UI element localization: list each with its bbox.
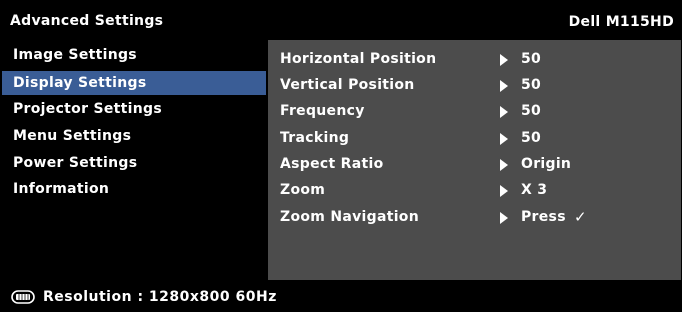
setting-value: X 3 — [521, 182, 548, 198]
play-arrow-icon — [500, 159, 508, 171]
play-arrow-icon — [500, 106, 508, 118]
page-title: Advanced Settings — [10, 13, 164, 29]
menu-item-display-settings[interactable]: Display Settings — [2, 71, 266, 95]
setting-row-zoom[interactable]: Zoom X 3 — [268, 177, 681, 203]
setting-value: Press — [521, 209, 566, 225]
model-name: Dell M115HD — [568, 14, 674, 30]
setting-row-zoom-navigation[interactable]: Zoom Navigation Press ✓ — [268, 204, 681, 230]
setting-row-frequency[interactable]: Frequency 50 — [268, 98, 681, 124]
projector-osd: Advanced Settings Dell M115HD Image Sett… — [0, 0, 682, 312]
status-bar: Resolution : 1280x800 60Hz — [2, 282, 680, 312]
title-bar: Advanced Settings Dell M115HD — [2, 4, 680, 40]
menu-item-projector-settings[interactable]: Projector Settings — [2, 97, 266, 121]
play-arrow-icon — [500, 212, 508, 224]
setting-row-tracking[interactable]: Tracking 50 — [268, 125, 681, 151]
menu-item-power-settings[interactable]: Power Settings — [2, 151, 266, 175]
setting-row-horizontal-position[interactable]: Horizontal Position 50 — [268, 46, 681, 72]
menu-item-image-settings[interactable]: Image Settings — [2, 43, 266, 67]
setting-value: 50 — [521, 77, 542, 93]
menu-item-menu-settings[interactable]: Menu Settings — [2, 124, 266, 148]
setting-value: 50 — [521, 103, 542, 119]
menu-item-information[interactable]: Information — [2, 177, 266, 201]
setting-label: Frequency — [280, 103, 365, 119]
setting-label: Aspect Ratio — [280, 156, 384, 172]
setting-row-vertical-position[interactable]: Vertical Position 50 — [268, 72, 681, 98]
setting-label: Horizontal Position — [280, 51, 437, 67]
resolution-text: Resolution : 1280x800 60Hz — [43, 289, 277, 305]
play-arrow-icon — [500, 80, 508, 92]
setting-value: 50 — [521, 51, 542, 67]
play-arrow-icon — [500, 54, 508, 66]
setting-label: Zoom — [280, 182, 326, 198]
setting-value: Origin — [521, 156, 572, 172]
settings-menu: Image Settings Display Settings Projecto… — [2, 40, 266, 280]
display-settings-panel: Horizontal Position 50 Vertical Position… — [268, 40, 681, 280]
play-arrow-icon — [500, 185, 508, 197]
setting-value: 50 — [521, 130, 542, 146]
setting-label: Zoom Navigation — [280, 209, 419, 225]
setting-label: Tracking — [280, 130, 350, 146]
checkmark-icon: ✓ — [574, 208, 587, 226]
play-arrow-icon — [500, 133, 508, 145]
setting-label: Vertical Position — [280, 77, 415, 93]
setting-row-aspect-ratio[interactable]: Aspect Ratio Origin — [268, 151, 681, 177]
monitor-icon — [11, 290, 35, 304]
